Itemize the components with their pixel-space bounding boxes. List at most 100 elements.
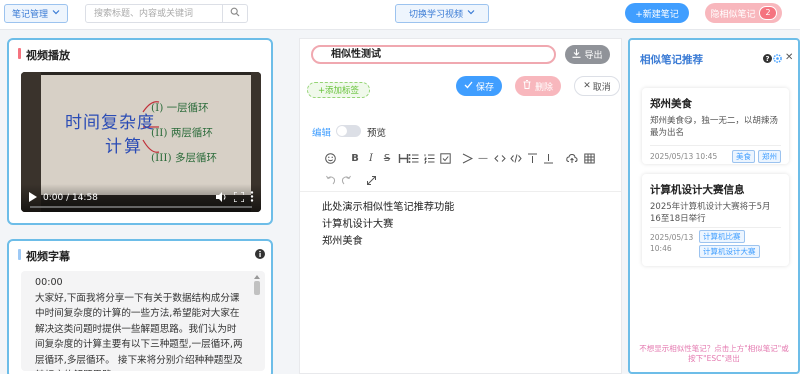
strikethrough-icon[interactable]: S: [381, 152, 393, 164]
align-bottom-icon[interactable]: [542, 152, 554, 164]
rec-title: 计算机设计大赛信息: [650, 184, 745, 196]
close-icon: ✕: [583, 81, 591, 91]
note-editor: 相似性测试 导出 +添加标签 保存 删除 ✕ 取消 编辑 预览 B I S — …: [299, 38, 622, 374]
new-note-label: +新建笔记: [635, 9, 679, 20]
fullscreen-icon[interactable]: [233, 190, 245, 205]
rec-date: 2025/05/13: [650, 233, 694, 242]
export-button[interactable]: 导出: [565, 45, 610, 64]
whiteboard-subtitle: 计算: [105, 137, 143, 157]
video-player[interactable]: 时间复杂度 计算 (I) 一层循环 (II) 两层循环 (III) 多层循环 0…: [21, 72, 261, 212]
delete-button[interactable]: 删除: [515, 76, 561, 96]
italic-icon[interactable]: I: [365, 152, 377, 164]
save-label: 保存: [475, 82, 494, 93]
content-line: 郑州美食: [322, 236, 363, 247]
subtitle-scrollbar[interactable]: [253, 274, 261, 370]
scrollbar-thumb[interactable]: [254, 281, 260, 295]
expand-icon[interactable]: [365, 174, 377, 186]
video-progress-bar[interactable]: [30, 206, 252, 208]
video-panel-title: 视频播放: [18, 47, 70, 63]
upload-icon[interactable]: [566, 152, 578, 164]
whiteboard-title: 时间复杂度: [65, 113, 155, 133]
play-icon[interactable]: [28, 191, 37, 205]
rec-date-block: 2025/05/13 10:46: [650, 232, 693, 254]
search-icon: [230, 7, 240, 20]
rec-tag: 郑州: [758, 150, 781, 163]
notes-menu-dropdown[interactable]: 笔记管理: [4, 4, 68, 23]
subtitle-text: 大家好,下面我将分享一下有关于数据结构成分课中时间复杂度的计算的一些方法,希望能…: [35, 292, 243, 372]
edit-mode-label: 编辑: [312, 128, 332, 139]
table-icon[interactable]: [583, 152, 595, 164]
download-icon: [572, 48, 581, 61]
settings-icon[interactable]: [773, 54, 782, 66]
whiteboard-items: (I) 一层循环 (II) 两层循环 (III) 多层循环: [151, 96, 217, 171]
new-note-button[interactable]: +新建笔记: [625, 3, 689, 23]
rec-divider: [650, 145, 781, 146]
format-toolbar: B I S —: [301, 151, 621, 195]
cancel-label: 取消: [592, 82, 611, 93]
switch-video-label: 切换学习视频: [408, 10, 463, 20]
content-line: 此处演示相似性笔记推荐功能: [322, 202, 455, 213]
recommendation-card[interactable]: 计算机设计大赛信息 2025年计算机设计大赛将于5月16至18日举行 2025/…: [642, 174, 789, 266]
redo-icon[interactable]: [340, 174, 352, 186]
chevron-down-icon: [467, 8, 475, 19]
whiteboard-item: (II) 两层循环: [151, 127, 213, 139]
similar-notes-button[interactable]: 隐相似笔记 2: [705, 3, 782, 23]
horizontal-rule-icon[interactable]: —: [477, 152, 489, 164]
subtitle-panel-title: 视频字幕: [18, 248, 70, 264]
subtitle-content-box[interactable]: 00:00 大家好,下面我将分享一下有关于数据结构成分课中时间复杂度的计算的一些…: [21, 271, 265, 371]
emoji-icon[interactable]: [324, 152, 336, 164]
video-time: 0:00 / 14:58: [43, 193, 98, 203]
preview-mode-label: 预览: [367, 128, 387, 139]
export-label: 导出: [584, 51, 603, 61]
rec-date: 2025/05/13 10:45: [650, 152, 718, 161]
unordered-list-icon[interactable]: [407, 152, 419, 164]
whiteboard-item: (III) 多层循环: [151, 152, 217, 164]
content-line: 计算机设计大赛: [322, 219, 394, 230]
search-input[interactable]: [86, 5, 222, 22]
rec-tag: 计算机设计大赛: [699, 245, 760, 258]
add-tag-button[interactable]: +添加标签: [307, 82, 370, 98]
rec-divider: [650, 227, 781, 228]
info-icon[interactable]: [255, 249, 265, 262]
notes-menu-label: 笔记管理: [11, 10, 48, 20]
volume-icon[interactable]: [216, 191, 228, 205]
close-icon[interactable]: ✕: [785, 52, 793, 63]
switch-video-dropdown[interactable]: 切换学习视频: [395, 4, 489, 23]
bold-icon[interactable]: B: [349, 152, 361, 164]
delete-label: 删除: [534, 82, 553, 93]
undo-icon[interactable]: [324, 174, 336, 186]
rec-tag: 美食: [732, 150, 755, 163]
similar-count-badge: 2: [759, 6, 777, 20]
cancel-button[interactable]: ✕ 取消: [574, 76, 620, 96]
more-options-icon[interactable]: [250, 191, 254, 205]
code-icon[interactable]: [494, 152, 506, 164]
help-icon[interactable]: ?: [763, 54, 772, 66]
rec-description: 2025年计算机设计大赛将于5月16至18日举行: [650, 202, 771, 224]
note-title-input[interactable]: 相似性测试: [311, 45, 556, 64]
rec-time: 10:46: [650, 244, 672, 253]
whiteboard-item: (I) 一层循环: [151, 102, 209, 114]
search-button[interactable]: [222, 5, 247, 22]
inline-code-icon[interactable]: [510, 152, 522, 164]
chevron-down-icon: [52, 8, 60, 19]
subtitle-text-block: 00:00 大家好,下面我将分享一下有关于数据结构成分课中时间复杂度的计算的一些…: [21, 271, 265, 371]
note-content[interactable]: 此处演示相似性笔记推荐功能 计算机设计大赛 郑州美食: [322, 199, 454, 250]
align-top-icon[interactable]: [526, 152, 538, 164]
subtitle-timestamp: 00:00: [35, 277, 63, 288]
top-bar: 笔记管理 切换学习视频 +新建笔记 隐相似笔记 2: [0, 0, 800, 30]
quote-icon[interactable]: [461, 152, 473, 164]
checkbox-list-icon[interactable]: [439, 152, 451, 164]
rec-description: 郑州美食😋，独一无二，以胡辣汤最为出名: [650, 116, 778, 138]
ordered-list-icon[interactable]: [423, 152, 435, 164]
similar-notes-sidebar: 相似笔记推荐 ? ✕ 郑州美食 郑州美食😋，独一无二，以胡辣汤最为出名 2025…: [628, 38, 800, 374]
save-button[interactable]: 保存: [456, 76, 502, 96]
svg-text:?: ?: [765, 55, 769, 63]
check-icon: [464, 81, 473, 92]
recommendation-card[interactable]: 郑州美食 郑州美食😋，独一无二，以胡辣汤最为出名 2025/05/13 10:4…: [642, 88, 789, 164]
rec-footer: 2025/05/13 10:45 美食 郑州: [650, 150, 781, 163]
search-box: [85, 4, 248, 23]
similar-notes-label: 隐相似笔记: [710, 9, 756, 20]
preview-toggle[interactable]: [336, 125, 361, 137]
trash-icon: [523, 80, 531, 92]
toolbar-divider: [300, 191, 621, 192]
